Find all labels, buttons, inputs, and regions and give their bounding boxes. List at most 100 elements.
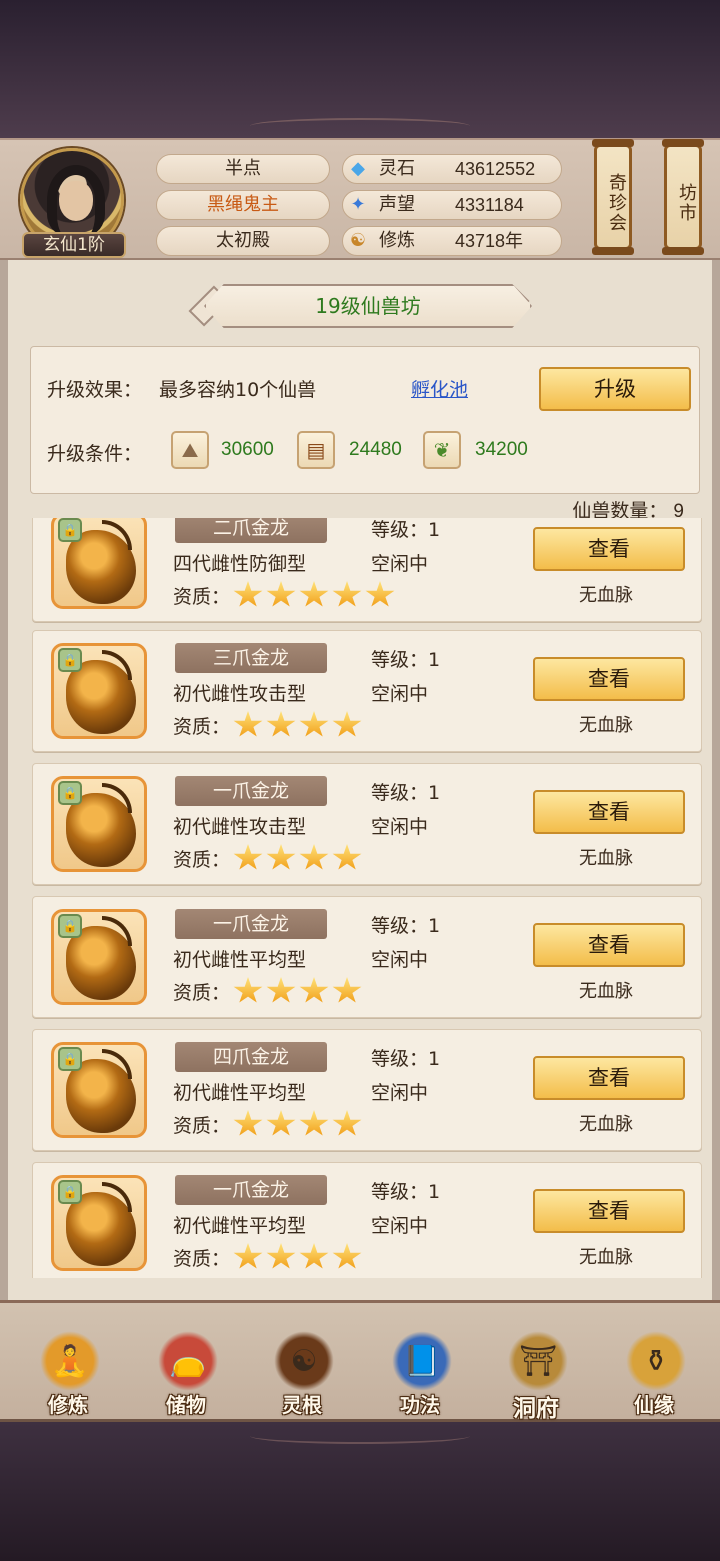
beast-card: 🔒 二爪金龙四代雌性防御型资质： 等级：1 空闲中 查看无血脉	[32, 518, 702, 622]
beast-quality: 资质：	[173, 1110, 362, 1138]
beast-type: 四代雌性防御型	[173, 553, 307, 575]
dragon-horn	[102, 650, 132, 680]
cave-mansion-icon: ⛩	[508, 1331, 568, 1391]
hatching-pool-link[interactable]: 孵化池	[411, 375, 468, 402]
golden-dragon-icon[interactable]: 🔒	[51, 909, 147, 1005]
beast-level: 等级：1	[371, 782, 441, 804]
spirit-root-icon: ☯	[274, 1331, 334, 1391]
herb-material-icon[interactable]: ❦	[423, 431, 461, 469]
ore-material-icon[interactable]: ⛰	[171, 431, 209, 469]
beast-bloodline: 无血脉	[579, 715, 633, 736]
star-icon	[365, 581, 395, 607]
market-button[interactable]: 坊市	[662, 139, 704, 255]
treasure-fair-button[interactable]: 奇珍会	[592, 139, 634, 255]
upgrade-button[interactable]: 升级	[539, 367, 691, 411]
cultivate-icon: 🧘	[40, 1331, 100, 1391]
beast-name: 一爪金龙	[175, 1175, 327, 1205]
spirit-stone-icon: ◆	[351, 158, 365, 179]
nav-item-2[interactable]: ☯ 灵根	[252, 1313, 352, 1417]
nav-label: 洞府	[513, 1396, 559, 1422]
dragon-horn	[102, 520, 132, 550]
player-header: 玄仙1阶 半点 黑绳鬼主 太初殿 ◆ 灵石 43612552 ✦ 声望 4331…	[0, 138, 720, 260]
beast-quality: 资质：	[173, 977, 362, 1005]
beast-bloodline: 无血脉	[579, 1114, 633, 1135]
beast-level: 等级：1	[371, 649, 441, 671]
beast-quality: 资质：	[173, 844, 362, 872]
nav-item-1[interactable]: 👝 储物	[136, 1313, 236, 1417]
view-button[interactable]: 查看	[533, 657, 685, 701]
beast-card: 🔒 一爪金龙 初代雌性攻击型 资质： 等级：1 空闲中 查看 无血脉	[32, 763, 702, 885]
wood-material-icon[interactable]: ▤	[297, 431, 335, 469]
beast-bloodline: 无血脉	[579, 848, 633, 869]
star-icon	[233, 977, 263, 1003]
view-button[interactable]: 查看	[533, 1056, 685, 1100]
golden-dragon-icon[interactable]: 🔒	[51, 1042, 147, 1138]
beast-bloodline: 无血脉	[579, 981, 633, 1002]
resource-cultivation: ☯ 修炼 43718年	[342, 226, 562, 256]
dragon-horn	[102, 1049, 132, 1079]
beast-status: 空闲中	[371, 553, 429, 575]
star-icon	[332, 1110, 362, 1136]
lock-icon: 🔒	[58, 518, 82, 542]
beast-status: 空闲中	[371, 816, 429, 838]
golden-dragon-icon[interactable]: 🔒	[51, 776, 147, 872]
bottom-ornament	[250, 1428, 470, 1444]
beast-status: 空闲中	[371, 683, 429, 705]
star-icon	[332, 711, 362, 737]
nav-item-0[interactable]: 🧘 修炼	[18, 1313, 118, 1417]
beast-quality: 资质：	[173, 1243, 362, 1271]
panel-title: 19级仙兽坊	[204, 284, 532, 328]
star-icon	[299, 1110, 329, 1136]
beast-type: 初代雌性攻击型	[173, 816, 307, 838]
golden-dragon-icon[interactable]: 🔒	[51, 518, 147, 609]
view-button[interactable]: 查看	[533, 923, 685, 967]
rank-badge: 玄仙1阶	[22, 232, 126, 258]
lock-icon: 🔒	[58, 1047, 82, 1071]
nav-item-4[interactable]: ⛩ 洞府	[486, 1313, 586, 1422]
star-icon	[233, 581, 263, 607]
golden-dragon-icon[interactable]: 🔒	[51, 1175, 147, 1271]
view-button[interactable]: 查看	[533, 790, 685, 834]
gourd-icon: ⚱	[626, 1331, 686, 1391]
beast-bloodline: 无血脉	[579, 585, 633, 606]
star-icon	[233, 1243, 263, 1269]
storage-bag-icon: 👝	[158, 1331, 218, 1391]
player-sect-pill: 太初殿	[156, 226, 330, 256]
wood-material-value: 24480	[349, 439, 402, 460]
top-ornament	[250, 118, 470, 134]
star-icon	[266, 844, 296, 870]
beast-level: 等级：1	[371, 915, 441, 937]
resource-reputation: ✦ 声望 4331184	[342, 190, 562, 220]
star-icon	[233, 1110, 263, 1136]
beast-quality: 资质：	[173, 581, 395, 609]
beast-name: 二爪金龙	[175, 518, 327, 543]
cultivation-icon: ☯	[349, 230, 367, 251]
star-icon	[332, 977, 362, 1003]
star-icon	[233, 844, 263, 870]
nav-item-3[interactable]: 📘 功法	[370, 1313, 470, 1417]
upgrade-box: 升级效果： 最多容纳10个仙兽 孵化池 升级 升级条件： ⛰ 30600 ▤ 2…	[30, 346, 700, 494]
beast-type: 初代雌性平均型	[173, 1215, 307, 1237]
star-icon	[299, 1243, 329, 1269]
beast-type: 初代雌性平均型	[173, 949, 307, 971]
dragon-horn	[102, 1182, 132, 1212]
beast-name: 三爪金龙	[175, 643, 327, 673]
beast-level: 等级：1	[371, 1048, 441, 1070]
beast-list[interactable]: 🔒 二爪金龙 四代雌性防御型 资质： 等级：1 空闲中 查看 无血脉 🔒 三爪金龙 初代雌性攻击型资…	[22, 518, 706, 1278]
nav-item-5[interactable]: ⚱ 仙缘	[604, 1313, 704, 1417]
resource-spirit-stone: ◆ 灵石 43612552	[342, 154, 562, 184]
beast-status: 空闲中	[371, 949, 429, 971]
lock-icon: 🔒	[58, 648, 82, 672]
nav-label: 储物	[166, 1393, 206, 1417]
avatar-face	[59, 181, 93, 221]
star-icon	[266, 1110, 296, 1136]
view-button[interactable]: 查看	[533, 527, 685, 571]
view-button[interactable]: 查看	[533, 1189, 685, 1233]
star-icon	[299, 711, 329, 737]
golden-dragon-icon[interactable]: 🔒	[51, 643, 147, 739]
beast-level: 等级：1	[371, 519, 441, 541]
beast-type: 初代雌性平均型	[173, 1082, 307, 1104]
dragon-horn	[102, 783, 132, 813]
nav-label: 修炼	[48, 1393, 88, 1417]
herb-material-value: 34200	[475, 439, 528, 460]
